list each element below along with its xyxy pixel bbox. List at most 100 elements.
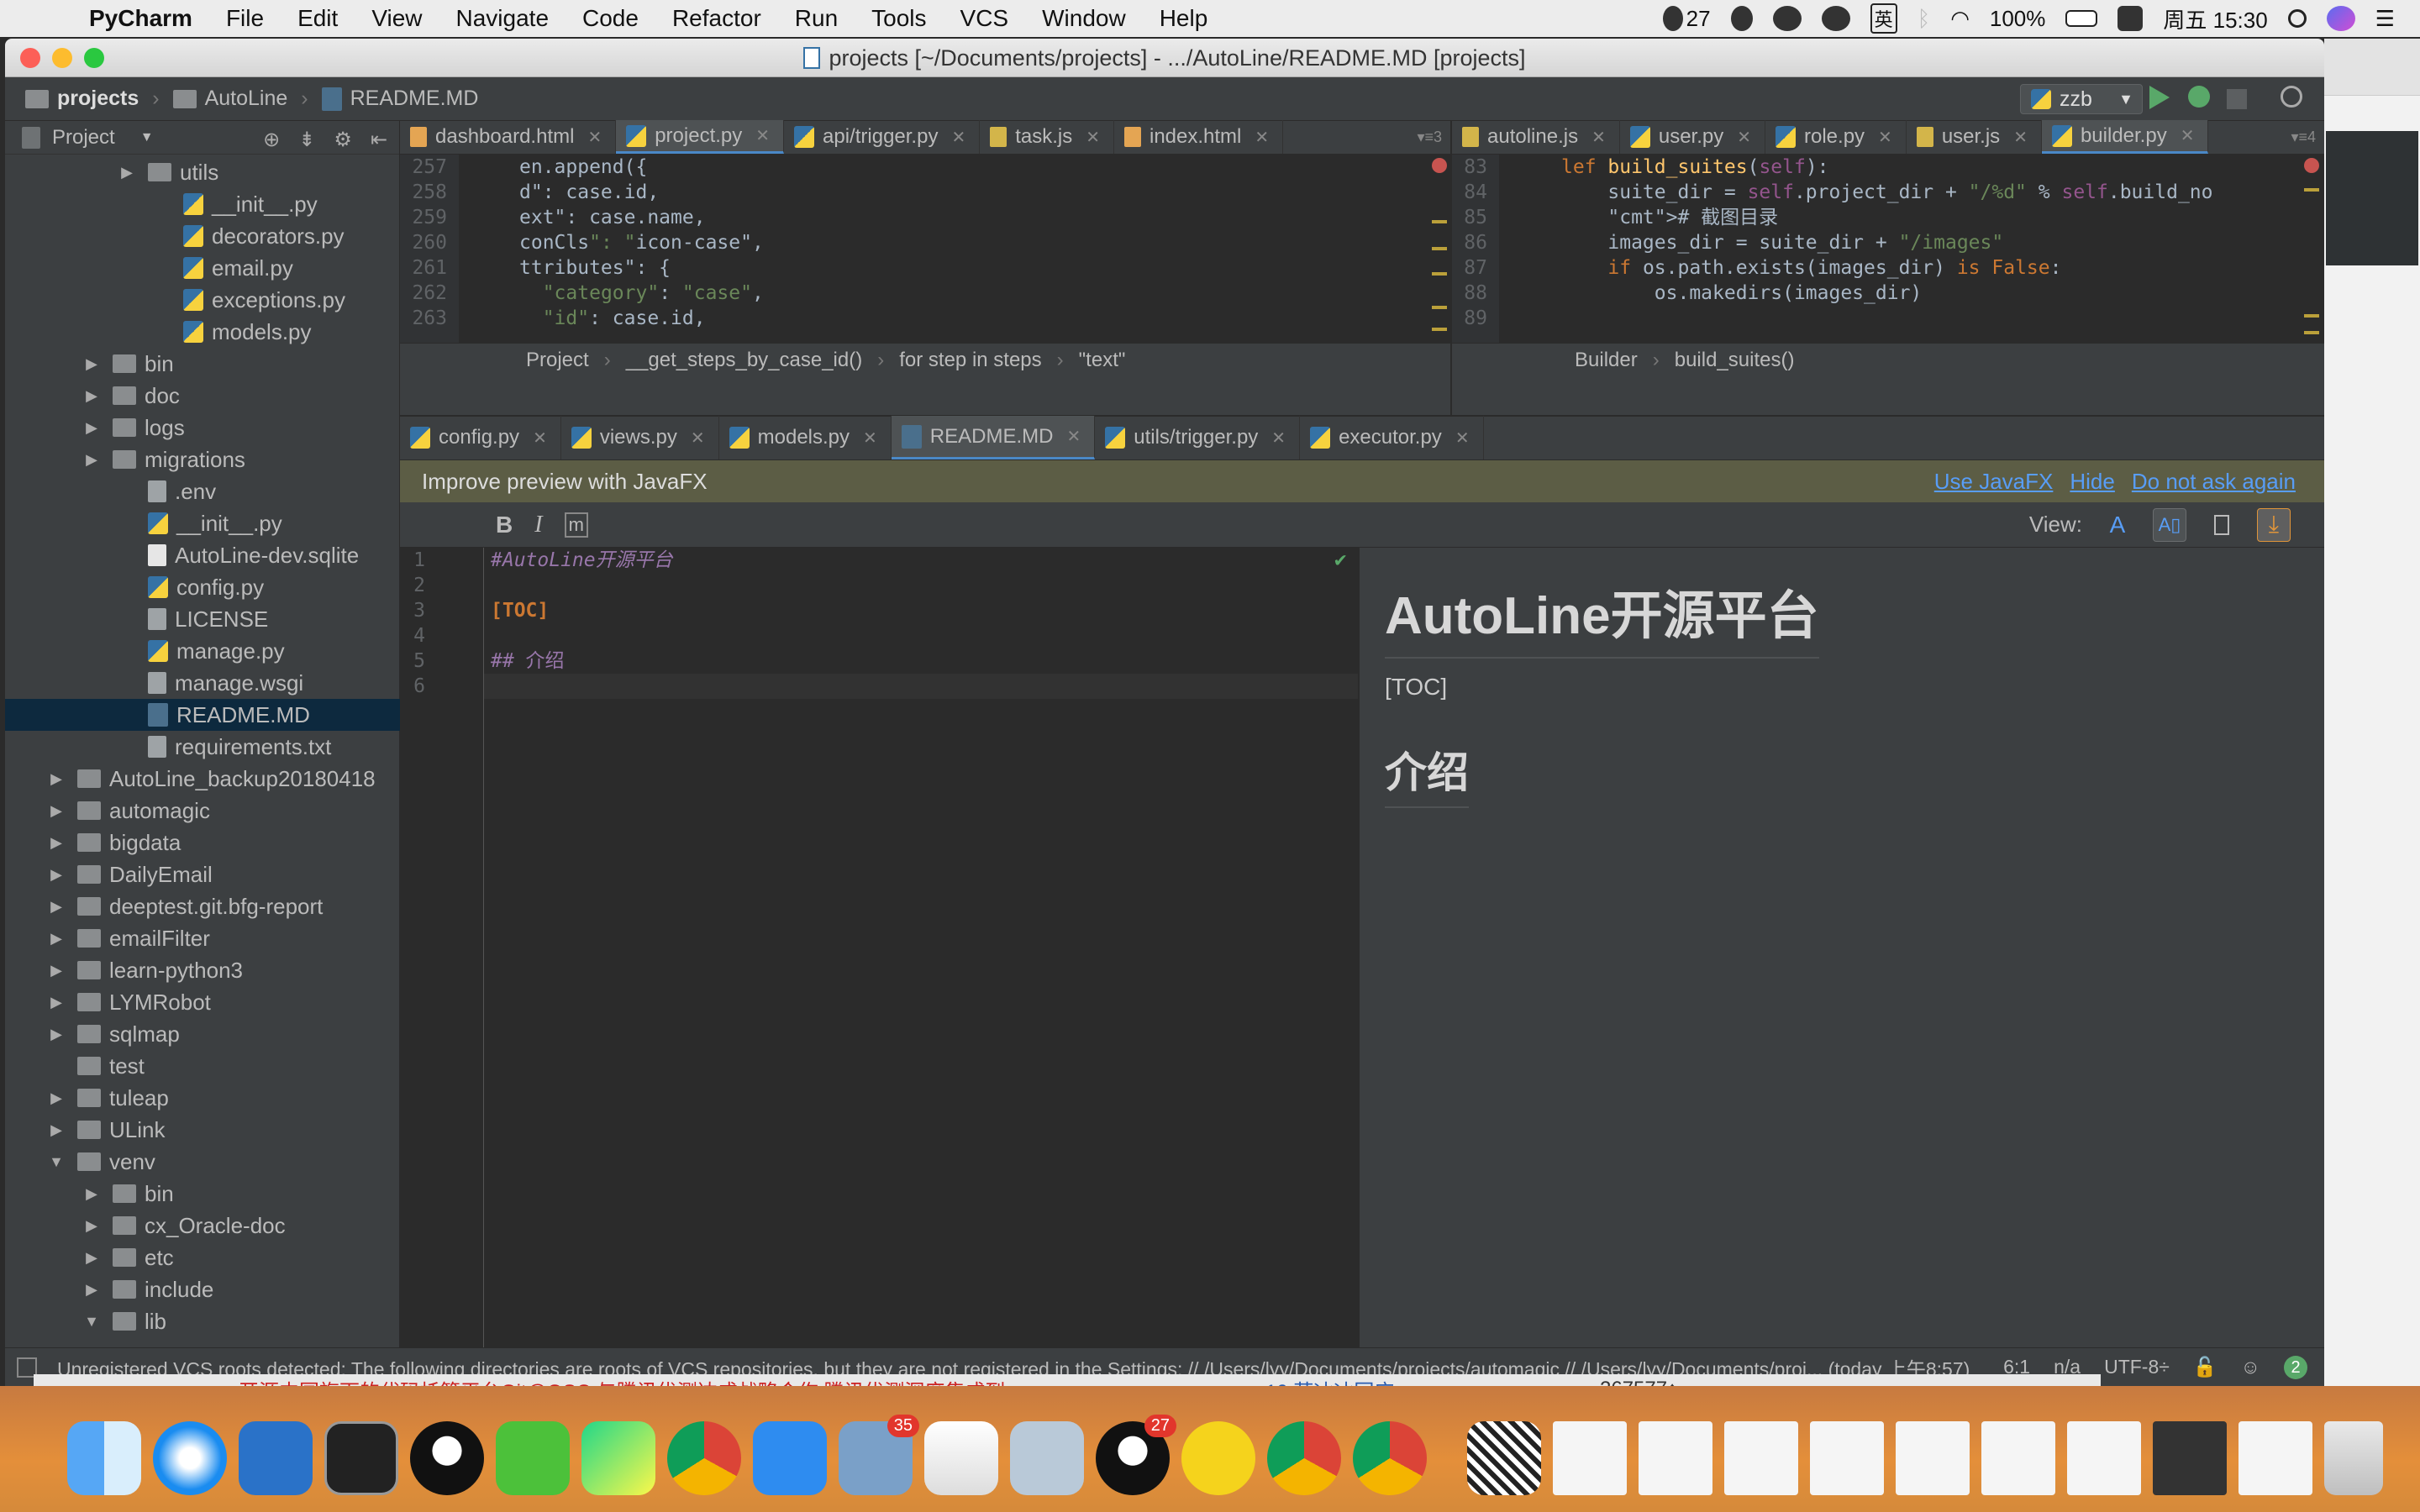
project-tree-item[interactable]: ▶ cx_Oracle-doc — [5, 1210, 400, 1242]
expand-arrow-icon[interactable]: ▶ — [47, 1121, 66, 1139]
expand-arrow-icon[interactable]: ▶ — [82, 419, 101, 437]
numbers-icon[interactable] — [924, 1421, 998, 1495]
project-tree-item[interactable]: ▶ deeptest.git.bfg-report — [5, 890, 400, 922]
project-tree-item[interactable]: .env — [5, 475, 400, 507]
run-button[interactable] — [2149, 86, 2176, 113]
project-tree-item[interactable]: ▼ lib — [5, 1305, 400, 1337]
debug-button[interactable] — [2188, 86, 2215, 113]
close-tab-icon[interactable]: ✕ — [533, 428, 547, 449]
project-tree-item[interactable]: ▶ etc — [5, 1242, 400, 1273]
hide-banner-link[interactable]: Hide — [2070, 469, 2114, 495]
use-javafx-link[interactable]: Use JavaFX — [1934, 469, 2054, 495]
wechat-tray-icon[interactable] — [1821, 6, 1850, 31]
zoom-window-button[interactable] — [84, 48, 104, 68]
menu-refactor[interactable]: Refactor — [672, 5, 761, 32]
document-thumbnail-icon[interactable] — [2238, 1421, 2312, 1495]
battery-percent[interactable]: 100% — [1990, 6, 2046, 32]
bold-button[interactable]: B — [496, 512, 513, 538]
spotlight-icon[interactable] — [2287, 9, 2307, 28]
stop-button[interactable] — [2227, 89, 2254, 116]
editor-tab[interactable]: executor.py ✕ — [1300, 416, 1484, 459]
editor-tab[interactable]: config.py ✕ — [400, 416, 561, 459]
breadcrumb-item[interactable]: Builder — [1575, 349, 1638, 372]
project-tree-item[interactable]: ▶ emailFilter — [5, 922, 400, 954]
project-tree-item[interactable]: ▶ DailyEmail — [5, 858, 400, 890]
project-tree-item[interactable]: manage.py — [5, 635, 400, 667]
menu-code[interactable]: Code — [582, 5, 639, 32]
preview-icon[interactable] — [1010, 1421, 1084, 1495]
wechat-icon[interactable] — [496, 1421, 570, 1495]
left-code-area[interactable]: 257 258 259 260 261 262 263 en.append({d": cas… — [400, 155, 1450, 343]
sogou-icon[interactable] — [2118, 6, 2144, 31]
project-tree-item[interactable]: email.py — [5, 252, 400, 284]
markdown-editor[interactable]: 1 2 3 4 5 6 #AutoLine开源平台 [TOC] ## 介绍 ✔ — [400, 548, 1360, 1347]
expand-arrow-icon[interactable]: ▶ — [82, 387, 101, 405]
project-tree-item[interactable]: requirements.txt — [5, 731, 400, 763]
expand-arrow-icon[interactable]: ▶ — [47, 1026, 66, 1043]
menu-window[interactable]: Window — [1042, 5, 1126, 32]
gear-icon[interactable]: ⚙ — [334, 128, 352, 152]
expand-arrow-icon[interactable]: ▶ — [47, 866, 66, 884]
project-tree-item[interactable]: config.py — [5, 571, 400, 603]
lock-icon[interactable]: 🔓 — [2193, 1356, 2217, 1378]
project-tree-item[interactable]: ▼ venv — [5, 1146, 400, 1178]
editor-tab[interactable]: autoline.js ✕ — [1452, 120, 1620, 154]
right-code-area[interactable]: 83 84 85 86 87 88 89 lef build_suites(self): s… — [1452, 155, 2324, 343]
breadcrumb-item[interactable]: Project — [526, 349, 589, 372]
error-indicator-icon[interactable] — [2304, 158, 2319, 173]
editor-tab[interactable]: api/trigger.py ✕ — [784, 120, 981, 154]
project-tree-item[interactable]: test — [5, 1050, 400, 1082]
close-tab-icon[interactable]: ✕ — [1086, 127, 1100, 148]
expand-arrow-icon[interactable]: ▶ — [47, 930, 66, 948]
expand-arrow-icon[interactable]: ▶ — [82, 1217, 101, 1235]
trash-icon[interactable] — [2324, 1421, 2383, 1495]
expand-arrow-icon[interactable]: ▶ — [82, 355, 101, 373]
do-not-ask-again-link[interactable]: Do not ask again — [2132, 469, 2296, 495]
notification-center-icon[interactable]: ☰ — [2375, 6, 2395, 32]
breadcrumb-item[interactable]: "text" — [1079, 349, 1126, 372]
hide-panel-icon[interactable]: ⇤ — [371, 128, 387, 152]
close-tab-icon[interactable]: ✕ — [1066, 426, 1081, 447]
project-tree-item[interactable]: ▶ tuleap — [5, 1082, 400, 1114]
siri-icon[interactable] — [2326, 6, 2355, 31]
project-tree-item[interactable]: ▶ utils — [5, 156, 400, 188]
close-tab-icon[interactable]: ✕ — [2181, 125, 2195, 146]
document-thumbnail-icon[interactable] — [2067, 1421, 2141, 1495]
expand-arrow-icon[interactable]: ▶ — [47, 898, 66, 916]
close-tab-icon[interactable]: ✕ — [2013, 127, 2028, 148]
event-log-badge[interactable]: 2 — [2284, 1355, 2307, 1379]
document-thumbnail-icon[interactable] — [1553, 1421, 1627, 1495]
editor-only-view-button[interactable]: A — [2101, 508, 2134, 542]
chrome-icon-3[interactable] — [1353, 1421, 1427, 1495]
close-tab-icon[interactable]: ✕ — [863, 428, 877, 449]
editor-tab[interactable]: user.js ✕ — [1907, 120, 2042, 154]
italic-button[interactable]: I — [534, 512, 542, 538]
locate-icon[interactable]: ⊕ — [263, 128, 280, 152]
collapse-arrow-icon[interactable]: ▼ — [82, 1313, 101, 1331]
expand-arrow-icon[interactable]: ▶ — [47, 802, 66, 820]
project-tree-item[interactable]: ▶ ULink — [5, 1114, 400, 1146]
finder-icon[interactable] — [67, 1421, 141, 1495]
close-tab-icon[interactable]: ✕ — [1878, 127, 1892, 148]
menu-edit[interactable]: Edit — [297, 5, 338, 32]
bluetooth-icon[interactable]: ᛒ — [1918, 6, 1931, 32]
collapse-arrow-icon[interactable]: ▼ — [47, 1153, 66, 1171]
minimize-window-button[interactable] — [52, 48, 72, 68]
menu-run[interactable]: Run — [795, 5, 838, 32]
project-tree-item[interactable]: ▶ automagic — [5, 795, 400, 827]
editor-tab[interactable]: task.js ✕ — [980, 120, 1114, 154]
expand-arrow-icon[interactable]: ▶ — [118, 164, 136, 181]
document-thumbnail-icon[interactable] — [1896, 1421, 1970, 1495]
vscode-icon[interactable] — [239, 1421, 313, 1495]
cloud-icon[interactable] — [1772, 6, 1802, 31]
project-tree-item[interactable]: AutoLine-dev.sqlite — [5, 539, 400, 571]
breadcrumb-item[interactable]: for step in steps — [899, 349, 1041, 372]
project-tree-item[interactable]: manage.wsgi — [5, 667, 400, 699]
menu-tools[interactable]: Tools — [871, 5, 926, 32]
project-tree-item[interactable]: ▶ LYMRobot — [5, 986, 400, 1018]
nav-crumb-projects[interactable]: projects — [25, 87, 139, 111]
expand-arrow-icon[interactable]: ▶ — [47, 994, 66, 1011]
qr-code-icon[interactable] — [1467, 1421, 1541, 1495]
project-tree-item[interactable]: __init__.py — [5, 188, 400, 220]
document-thumbnail-icon[interactable] — [1724, 1421, 1798, 1495]
